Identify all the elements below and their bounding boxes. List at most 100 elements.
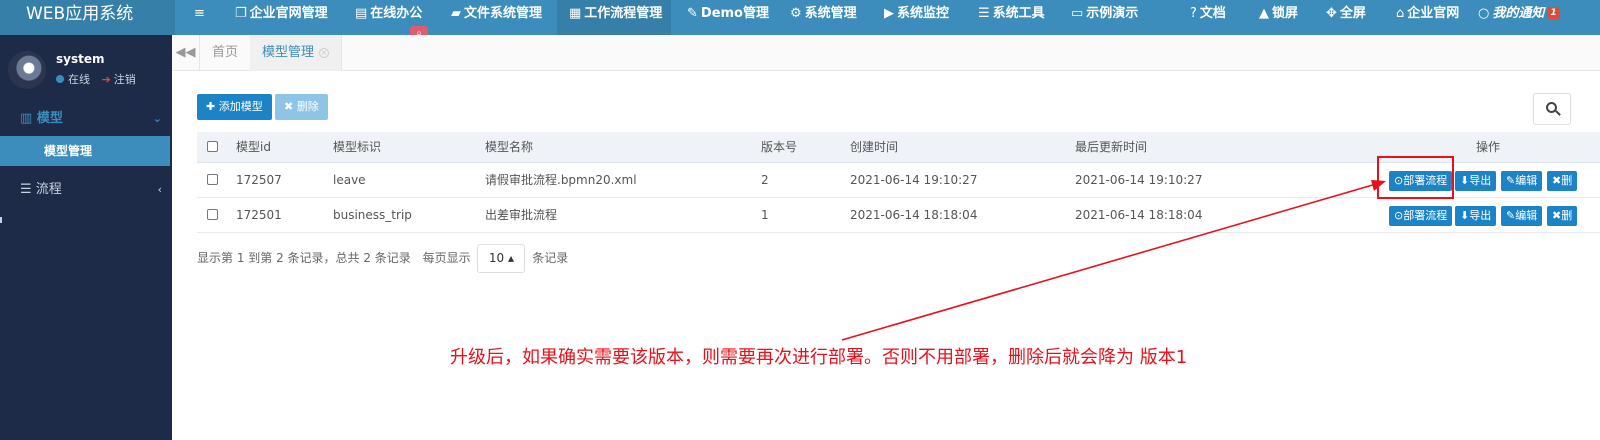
video-icon: ▶ [884,6,894,21]
nav-label: 文件系统管理 [464,6,543,21]
cell-version: 1 [761,208,769,222]
edit-icon: ✎ [687,6,698,21]
nav-system-tools[interactable]: ☰ 系统工具 [978,0,1045,35]
pagination-summary: 显示第 1 到第 2 条记录，总共 2 条记录 [197,251,411,265]
logout-icon: ➔ [101,73,111,86]
column-header: 操作 [1476,140,1501,154]
nav-label: 锁屏 [1272,6,1299,21]
map-icon: ▥ [20,111,33,126]
per-page-suffix: 条记录 [532,251,569,265]
folder-icon: ▰ [451,6,461,21]
main-content: ✚ 添加模型 ✖ 删除 模型id 模型标识 模型名称 版本号 创建时间 最后更新… [172,72,1600,440]
sidebar-toggle-button[interactable]: ≡ [194,0,208,35]
column-header[interactable]: 模型标识 [333,132,381,162]
online-dot-icon [56,75,64,83]
chevron-left-icon: ‹ [157,183,162,196]
cell-updated-time: 2021-06-14 18:18:04 [1075,208,1203,222]
nav-label: 系统监控 [897,6,950,21]
sidebar-group-model[interactable]: ▥ 模型 ⌄ [0,104,172,134]
cell-created-time: 2021-06-14 19:10:27 [850,173,978,187]
cell-updated-time: 2021-06-14 19:10:27 [1075,173,1203,187]
row-checkbox[interactable] [207,174,218,185]
sidebar-item-model-management[interactable]: 模型管理 [0,136,170,166]
tab-bar: ◀◀ 首页 模型管理 ✕ [172,35,1600,71]
user-name: system [56,52,105,66]
notification-badge: 1 [1547,7,1560,19]
cell-model-key: business_trip [333,208,412,222]
nav-label: 系统工具 [992,6,1045,21]
nav-label: Demo管理 [700,6,769,21]
logout-link[interactable]: 注销 [114,73,136,86]
search-button[interactable] [1533,93,1571,125]
lock-icon: ▲ [1259,6,1269,21]
app-brand[interactable]: WEB应用系统 [0,0,175,35]
nav-fullscreen[interactable]: ✥ 全屏 [1326,0,1366,35]
chevron-down-icon: ⌄ [152,112,162,125]
close-icon[interactable]: ✕ [319,48,330,58]
nav-workflow-management[interactable]: ▦ 工作流程管理 [557,0,671,35]
nav-label: 企业官网 [1407,6,1460,21]
nav-label: 示例演示 [1086,6,1139,21]
nav-system-management[interactable]: ⚙ 系统管理 [790,0,857,35]
tab-home[interactable]: 首页 [200,35,252,71]
deploy-button[interactable]: ⊙部署流程 [1389,206,1453,226]
annotation-highlight-box [1377,156,1454,199]
nav-label: 系统管理 [804,6,857,21]
row-checkbox[interactable] [207,209,218,220]
export-button[interactable]: ⬇导出 [1455,171,1497,191]
list-icon: ☰ [978,6,990,21]
cell-model-id: 172501 [236,208,282,222]
edit-button[interactable]: ✎编辑 [1501,206,1543,226]
column-header[interactable]: 版本号 [761,132,797,162]
grid-icon: ▦ [569,6,582,21]
cell-model-key: leave [333,173,366,187]
tab-scroll-left-icon[interactable]: ◀◀ [172,35,200,71]
top-navbar: WEB应用系统 ≡ ❐ 企业官网管理 ▤ 在线办公 ▰ 文件系统管理 ▦ 工作流程管理 … [0,0,1600,35]
nav-notifications[interactable]: ○ 我的通知 1 [1478,0,1560,35]
nav-file-system[interactable]: ▰ 文件系统管理 [451,0,542,35]
sidebar-group-label: 流程 [35,182,62,197]
nav-docs[interactable]: ? 文档 [1190,0,1226,35]
per-page-label: 每页显示 [422,251,471,265]
cell-model-name: 请假审批流程.bpmn20.xml [485,173,637,187]
online-status: 在线 [68,73,90,86]
pagination: 显示第 1 到第 2 条记录，总共 2 条记录 每页显示 10 ▴ 条记录 [197,243,568,273]
column-header[interactable]: 模型名称 [485,132,533,162]
nav-lock-screen[interactable]: ▲ 锁屏 [1259,0,1298,35]
delete-button[interactable]: ✖ 删除 [275,94,328,120]
avatar[interactable] [8,51,46,89]
nav-website-management[interactable]: ❐ 企业官网管理 [235,0,328,35]
expand-icon: ✥ [1326,6,1337,21]
question-icon: ? [1190,6,1197,21]
nav-demo-management[interactable]: ✎ Demo管理 [687,0,769,35]
sidebar-group-process[interactable]: ☰ 流程 ‹ [0,175,172,205]
add-model-button[interactable]: ✚ 添加模型 [197,94,272,120]
sidebar: system 在线 ➔ 注销 ▥ 模型 ⌄ 模型管理 ☰ 流程 ‹ [0,35,172,440]
window-icon: ❐ [235,6,247,21]
nav-system-monitor[interactable]: ▶ 系统监控 [884,0,949,35]
column-header[interactable]: 创建时间 [850,132,898,162]
hamburger-icon: ≡ [194,6,205,21]
tab-model-management[interactable]: 模型管理 ✕ [250,35,343,71]
table-row: 172501 business_trip 出差审批流程 1 2021-06-14… [197,198,1600,233]
cell-model-id: 172507 [236,173,282,187]
delete-row-button[interactable]: ✖删 [1547,206,1578,226]
nav-examples[interactable]: ▭ 示例演示 [1071,0,1138,35]
nav-label: 文档 [1199,6,1226,21]
gear-icon: ⚙ [790,6,802,21]
cell-version: 2 [761,173,769,187]
monitor-icon: ▭ [1071,6,1084,21]
nav-company-site[interactable]: ⌂ 企业官网 [1396,0,1459,35]
keyboard-icon: ▤ [355,6,368,21]
page-size-select[interactable]: 10 ▴ [477,244,526,273]
user-status: 在线 ➔ 注销 [56,71,136,87]
tab-label: 模型管理 [262,45,315,60]
edit-button[interactable]: ✎编辑 [1501,171,1543,191]
nav-label: 工作流程管理 [584,6,663,21]
export-button[interactable]: ⬇导出 [1455,206,1497,226]
nav-label: 我的通知 [1492,6,1545,21]
column-header[interactable]: 最后更新时间 [1075,132,1147,162]
column-header[interactable]: 模型id [236,132,271,162]
delete-row-button[interactable]: ✖删 [1547,171,1578,191]
select-all-checkbox[interactable] [207,141,218,152]
